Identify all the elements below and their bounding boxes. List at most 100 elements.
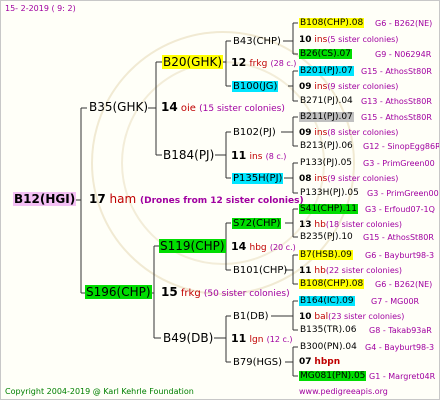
g3-num: 14: [231, 240, 247, 253]
g5-name: B26(CS).07: [299, 49, 352, 59]
sire-name: B35(GHK): [89, 100, 149, 114]
g5-name: B271(PJ).04: [300, 96, 353, 106]
g5-tag: bal: [314, 312, 329, 322]
dam-info: 15 frkg (50 sister colonies): [161, 286, 290, 301]
sire-num: 14: [161, 100, 178, 114]
g3-tag: hbg: [249, 243, 267, 253]
g5-lineage: G7 - MG00R: [371, 297, 420, 306]
g5-lineage: G8 - Takab93aR: [369, 326, 432, 335]
g5-queen[interactable]: B108(CHP).08: [299, 17, 365, 30]
g5-lineage: G15 - AthosSt80R: [363, 233, 434, 242]
copyright: Copyright 2004-2019 @ Karl Kehrle Founda…: [5, 387, 194, 396]
g3-tag: frkg: [249, 59, 268, 69]
g3-note: (8 c.): [265, 152, 287, 161]
g3-queen[interactable]: B184(PJ): [162, 148, 215, 163]
g4-name: B102(PJ): [233, 127, 276, 138]
g5-lineage: G15 - AthosSt80R: [361, 67, 432, 76]
g3-note: (12 c.): [266, 335, 293, 344]
g5-note: (18 sister colonies): [325, 220, 403, 229]
root-queen-name: B12(HGI): [13, 192, 77, 206]
g5-tag: hb: [314, 266, 326, 276]
g5-queen[interactable]: B7(HSB).09: [299, 249, 353, 262]
g5-name: P133(PJ).05: [300, 158, 353, 168]
g5-name: S41(CHP).11: [299, 204, 358, 214]
g5-tag: ins: [314, 35, 328, 45]
g3-num: 12: [231, 56, 247, 69]
g5-note: (23 sister colonies): [328, 312, 405, 321]
g5-queen[interactable]: B135(TR).06: [299, 324, 357, 337]
g5-queen[interactable]: S41(CHP).11: [299, 203, 358, 216]
g5-queen[interactable]: B235(PJ).10: [299, 231, 354, 244]
g3-name: S119(CHP): [159, 239, 226, 253]
g5-note: (9 sister colonies): [327, 82, 399, 91]
g4-queen[interactable]: P135H(PJ): [232, 172, 284, 185]
dam-name: S196(CHP): [85, 285, 152, 299]
g5-queen[interactable]: P133H(PJ).05: [299, 187, 360, 200]
g4-name: B100(JG): [232, 81, 279, 92]
g4-name: B79(HGS): [233, 357, 283, 368]
g5-name: B211(PJ).07: [299, 112, 354, 122]
g5-name: P133H(PJ).05: [300, 188, 359, 198]
g4-name: B1(DB): [233, 311, 269, 322]
dam-num: 15: [161, 285, 178, 299]
g5-tag: hbpn: [314, 357, 341, 367]
g5-queen[interactable]: B213(PJ).06: [299, 140, 354, 153]
dam-queen[interactable]: S196(CHP): [85, 285, 152, 300]
g3-note: (20 c.): [269, 243, 296, 252]
root-queen[interactable]: B12(HGI): [13, 192, 77, 207]
g3-note: (28 c.): [270, 59, 297, 68]
g3-tag: ins: [249, 152, 263, 162]
g5-queen[interactable]: B300(PN).04: [299, 341, 358, 354]
g5-num: 08: [299, 174, 312, 184]
g5-queen[interactable]: B26(CS).07: [299, 48, 352, 61]
g5-queen[interactable]: B271(PJ).04: [299, 95, 354, 108]
g3-queen[interactable]: B20(GHK): [162, 55, 224, 70]
g3-tag: lgn: [249, 335, 264, 345]
g5-name: MG081(PN).05: [299, 371, 367, 381]
g5-name: B300(PN).04: [300, 342, 357, 352]
g5-queen[interactable]: B211(PJ).07: [299, 111, 354, 124]
g5-queen[interactable]: P133(PJ).05: [299, 157, 353, 170]
g5-queen[interactable]: MG081(PN).05: [299, 370, 367, 383]
g4-queen[interactable]: B43(CHP): [232, 35, 282, 48]
g5-tag: ins: [314, 174, 328, 184]
g4-queen[interactable]: B79(HGS): [232, 356, 283, 369]
g5-lineage: G6 - B262(NE): [375, 280, 433, 289]
g5-name: B235(PJ).10: [300, 232, 353, 242]
g5-queen[interactable]: B108(CHP).08: [299, 278, 365, 291]
g5-colony: 11 hb(22 sister colonies): [299, 264, 402, 278]
g3-num: 11: [231, 332, 247, 345]
g4-name: P135H(PJ): [232, 173, 284, 184]
g5-name: B213(PJ).06: [300, 141, 353, 151]
sire-note: (15 sister colonies): [199, 104, 285, 114]
g5-lineage: G13 - AthosSt80R: [361, 97, 432, 106]
g5-note: (8 sister colonies): [327, 128, 399, 137]
g5-tag: ins: [314, 82, 328, 92]
g4-queen[interactable]: B1(DB): [232, 310, 270, 323]
g5-queen[interactable]: B164(IC).09: [299, 295, 355, 308]
g4-queen[interactable]: B100(JG): [232, 80, 279, 93]
g5-lineage: G9 - N06294R: [375, 50, 432, 59]
g3-name: B20(GHK): [162, 55, 224, 69]
g5-queen[interactable]: B201(PJ).07: [299, 65, 354, 78]
sire-queen[interactable]: B35(GHK): [88, 100, 149, 115]
g5-name: B108(CHP).08: [299, 279, 365, 289]
g5-colony: 09 ins(8 sister colonies): [299, 126, 398, 140]
g3-queen[interactable]: B49(DB): [162, 331, 214, 346]
g5-colony: 10 bal(23 sister colonies): [299, 310, 404, 324]
g5-lineage: G6 - B262(NE): [375, 19, 433, 28]
site-link[interactable]: www.pedigreeapis.org: [299, 387, 388, 396]
root-info: 17 ham (Drones from 12 sister colonies): [89, 192, 304, 209]
g5-lineage: G12 - SinopEgg86R: [363, 142, 440, 151]
g5-note: (9 sister colonies): [327, 174, 399, 183]
g3-info: 11 ins (8 c.): [231, 149, 286, 164]
g5-num: 13: [299, 220, 312, 230]
g4-queen[interactable]: B101(CHP): [232, 264, 288, 277]
g4-queen[interactable]: S72(CHP): [232, 217, 282, 230]
g5-num: 07: [299, 357, 312, 367]
g3-queen[interactable]: S119(CHP): [159, 239, 226, 254]
g4-queen[interactable]: B102(PJ): [232, 126, 277, 139]
g3-num: 11: [231, 149, 247, 162]
g5-lineage: G1 - Margret04R: [369, 372, 436, 381]
g5-colony: 13 hb(18 sister colonies): [299, 218, 402, 232]
